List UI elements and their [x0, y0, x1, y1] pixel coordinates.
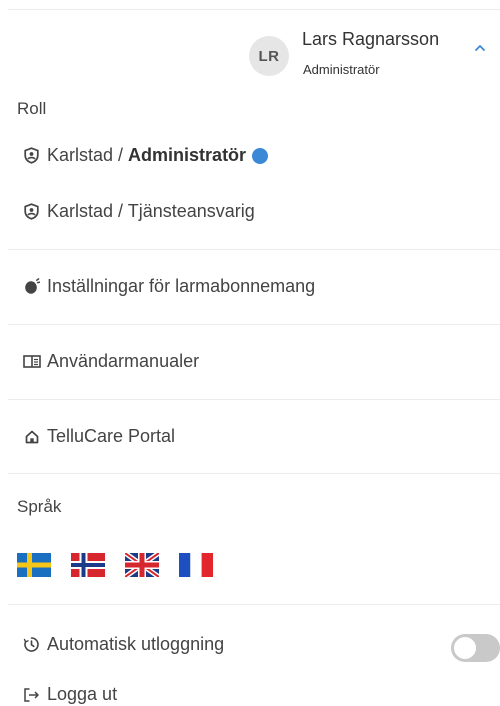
menu-item-user-manuals[interactable]: Användarmanualer: [22, 351, 199, 372]
active-role-indicator: [252, 147, 269, 164]
language-flags: [17, 553, 213, 577]
user-shield-icon: [22, 202, 41, 221]
auto-logout-label: Automatisk utloggning: [47, 634, 225, 654]
user-role: Administratör: [303, 62, 380, 77]
logout-icon: [22, 685, 41, 704]
top-divider: [8, 9, 500, 10]
divider: [8, 249, 500, 250]
avatar: LR: [249, 36, 289, 76]
toggle-knob: [454, 637, 476, 659]
auto-logout-row: Automatisk utloggning: [22, 634, 224, 655]
role-place: Karlstad /: [47, 145, 129, 165]
divider: [8, 473, 500, 474]
user-shield-icon: [22, 146, 41, 165]
divider: [8, 324, 500, 325]
uk-flag-icon[interactable]: [125, 553, 159, 577]
role-label: Karlstad / Tjänsteansvarig: [47, 201, 255, 221]
menu-item-tellucare-portal[interactable]: TelluCare Portal: [22, 426, 175, 447]
divider: [8, 399, 500, 400]
role-item-karlstad-administrator[interactable]: Karlstad / Administratör: [22, 145, 269, 166]
menu-label: Användarmanualer: [47, 351, 200, 371]
norwegian-flag-icon[interactable]: [71, 553, 105, 577]
divider: [8, 604, 500, 605]
menu-item-alarm-settings[interactable]: Inställningar för larmabonnemang: [22, 276, 315, 297]
user-name: Lars Ragnarsson: [302, 29, 440, 49]
logout-button[interactable]: Logga ut: [22, 684, 117, 705]
roles-section-label: Roll: [17, 99, 47, 118]
logout-label: Logga ut: [47, 684, 118, 704]
role-item-karlstad-tjansteansvarig[interactable]: Karlstad / Tjänsteansvarig: [22, 201, 255, 222]
alarm-bell-icon: [22, 277, 41, 296]
home-icon: [22, 427, 41, 446]
user-header[interactable]: LR Lars Ragnarsson Administratör: [246, 24, 496, 86]
timer-icon: [22, 635, 41, 654]
book-icon: [22, 352, 41, 371]
swedish-flag-icon[interactable]: [17, 553, 51, 577]
menu-label: Inställningar för larmabonnemang: [47, 276, 316, 296]
menu-label: TelluCare Portal: [47, 426, 176, 446]
role-title: Administratör: [128, 145, 247, 165]
auto-logout-toggle[interactable]: [451, 634, 500, 662]
language-section-label: Språk: [17, 497, 62, 516]
french-flag-icon[interactable]: [179, 553, 213, 577]
chevron-up-icon[interactable]: [473, 43, 487, 53]
